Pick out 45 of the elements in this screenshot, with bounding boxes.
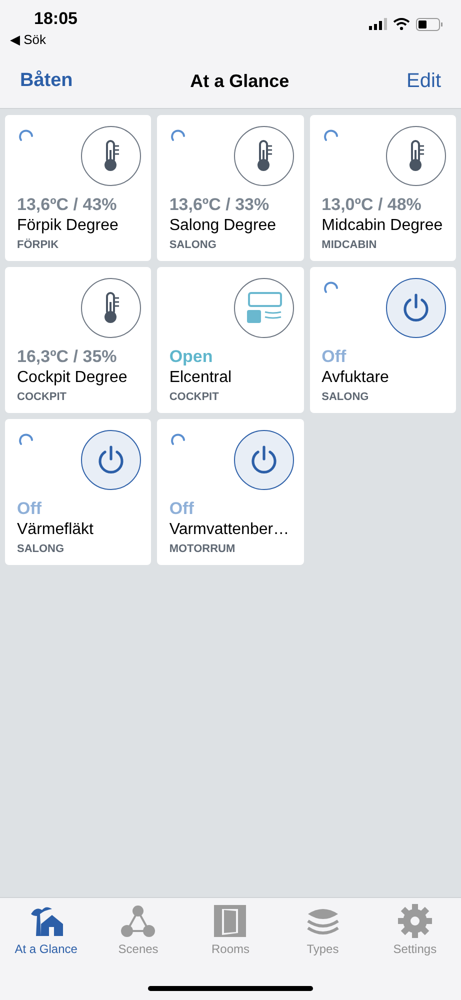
device-tile[interactable]: Off Avfuktare SALONG (310, 267, 456, 413)
tile-value: 13,6ºC / 43% (17, 194, 118, 215)
tile-value: 13,6ºC / 33% (169, 194, 270, 215)
device-tile[interactable]: Off Värmefläkt SALONG (5, 419, 152, 565)
tile-name: Avfuktare (322, 368, 390, 388)
tile-name: Midcabin Degree (322, 216, 444, 236)
tile-value: Off (169, 498, 195, 519)
device-tile[interactable]: 13,6ºC / 43% Förpik Degree FÖRPIK (5, 115, 152, 261)
status-time: 18:05 (34, 8, 78, 30)
tile-value: Off (322, 346, 348, 367)
tile-room: SALONG (169, 238, 218, 253)
device-tile[interactable]: Off Varmvattenber… MOTORRUM (157, 419, 304, 565)
tile-room: SALONG (322, 390, 370, 405)
tile-name: Elcentral (169, 368, 233, 388)
device-tile[interactable]: 16,3ºC / 35% Cockpit Degree COCKPIT (5, 267, 152, 413)
tile-room: SALONG (17, 542, 66, 557)
door-icon (212, 904, 248, 938)
device-tile[interactable]: Open Elcentral COCKPIT (157, 267, 304, 413)
device-tile[interactable]: 13,0ºC / 48% Midcabin Degree MIDCABIN (310, 115, 456, 261)
tile-room: FÖRPIK (17, 238, 60, 253)
tab-bar-item[interactable]: At a Glance (0, 904, 92, 958)
tile-value: 16,3ºC / 35% (17, 346, 118, 367)
tile-name: Förpik Degree (17, 216, 120, 236)
battery-icon (416, 18, 443, 30)
device-tile[interactable]: 13,6ºC / 33% Salong Degree SALONG (157, 115, 304, 261)
tile-room: COCKPIT (169, 390, 220, 405)
page-title: At a Glance (190, 70, 290, 92)
palm-house-icon (28, 904, 64, 938)
tile-room: COCKPIT (17, 390, 68, 405)
tile-room: MIDCABIN (322, 238, 378, 253)
back-to-app-link[interactable]: ◀ Sök (10, 30, 78, 50)
tile-value: Open (169, 346, 214, 367)
tile-name: Värmefläkt (17, 520, 94, 540)
edit-button[interactable]: Edit (406, 66, 441, 96)
triangle-nodes-icon (120, 904, 156, 938)
tile-name: Salong Degree (169, 216, 278, 236)
tile-name: Varmvattenber… (169, 520, 290, 540)
signal-icon (369, 18, 387, 30)
wifi-icon (393, 18, 410, 30)
tile-value: Off (17, 498, 43, 519)
tile-name: Cockpit Degree (17, 368, 128, 388)
settings-icon (396, 904, 433, 938)
back-button[interactable]: Båten (20, 66, 73, 96)
tile-value: 13,0ºC / 48% (322, 194, 422, 215)
tile-room: MOTORRUM (169, 542, 236, 557)
